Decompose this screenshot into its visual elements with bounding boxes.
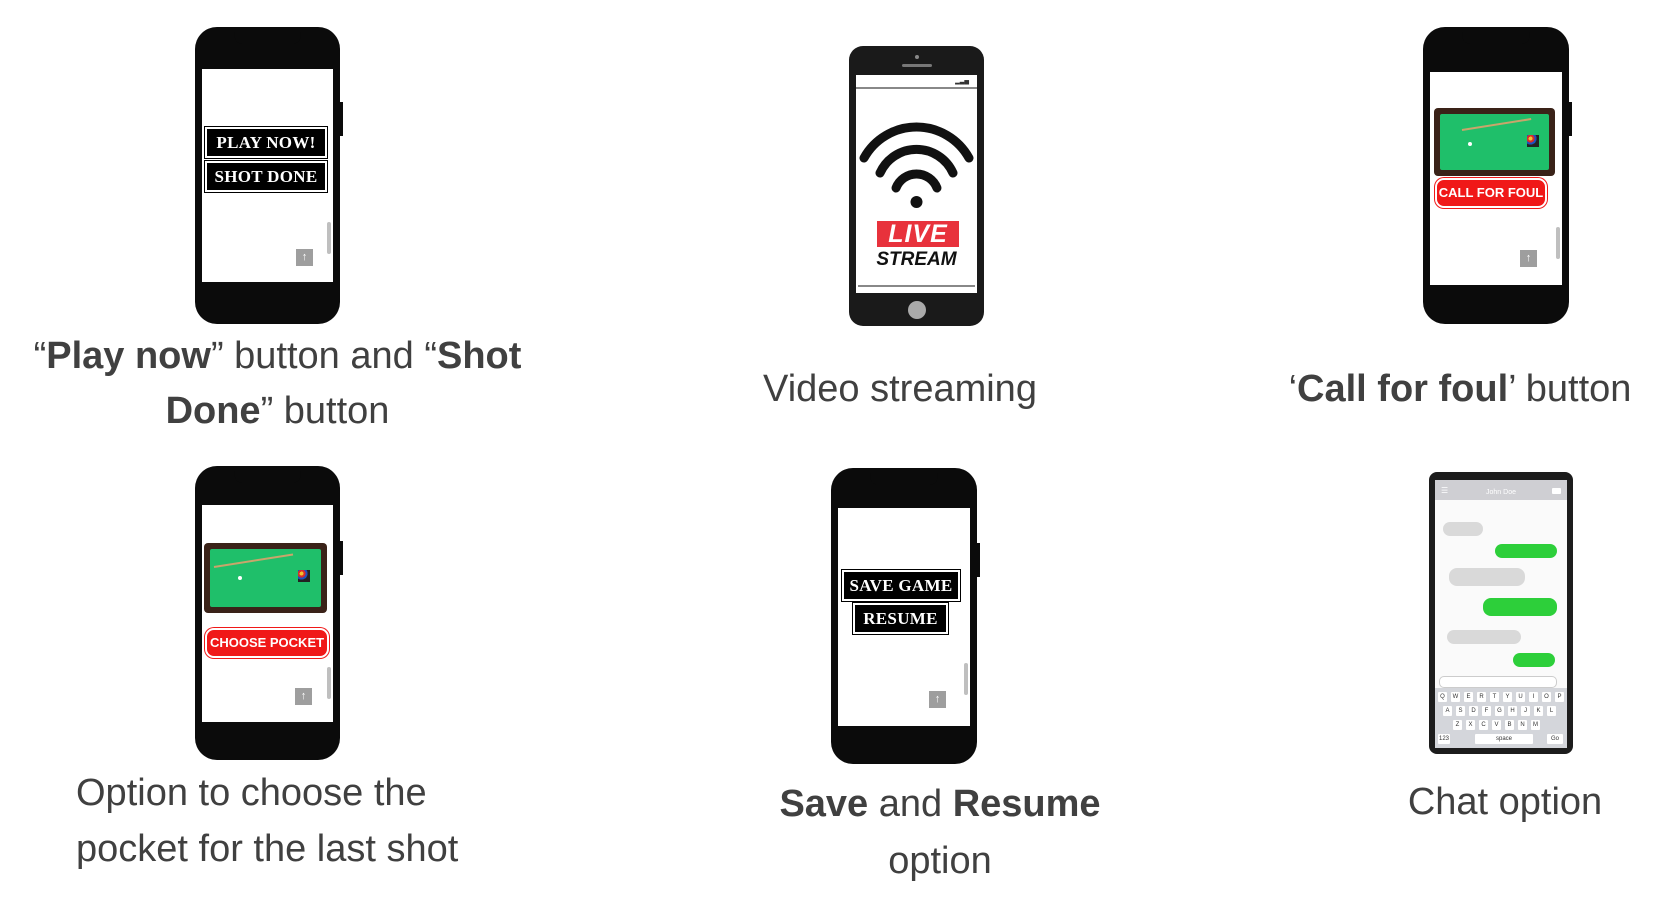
keyboard-key[interactable]: P xyxy=(1555,692,1564,702)
pool-table xyxy=(1434,108,1555,176)
chat-bubble-incoming xyxy=(1447,630,1521,644)
home-button[interactable] xyxy=(907,301,926,319)
keyboard-key[interactable]: Q xyxy=(1438,692,1447,702)
cue-ball xyxy=(1468,142,1472,146)
caption-choose-pocket: Option to choose the pocket for the last… xyxy=(76,772,459,870)
scrollbar[interactable] xyxy=(1556,227,1560,259)
signal-icon: ▂▃▅ xyxy=(955,79,969,85)
phone-notch xyxy=(1462,32,1530,44)
phone-screen: SAVE GAME RESUME ↑ xyxy=(838,508,970,726)
earpiece xyxy=(901,64,932,67)
chat-bubble-incoming xyxy=(1449,568,1525,586)
keyboard-key[interactable]: F xyxy=(1482,706,1491,716)
keyboard-key[interactable]: H xyxy=(1508,706,1517,716)
bottom-rule xyxy=(858,285,975,287)
phone-side-button xyxy=(340,541,343,575)
scroll-up-icon[interactable]: ↑ xyxy=(929,691,946,708)
keyboard-key[interactable]: L xyxy=(1547,706,1556,716)
space-key[interactable]: space xyxy=(1475,734,1533,744)
chat-bubble-incoming xyxy=(1443,522,1483,536)
phone-video-stream: ▂▃▅ LIVE STREAM xyxy=(849,46,984,326)
scroll-up-icon[interactable]: ↑ xyxy=(295,688,312,705)
keyboard-key[interactable]: Z xyxy=(1453,720,1462,730)
phone-choose-pocket: CHOOSE POCKET ↑ xyxy=(195,466,343,760)
keyboard-key[interactable]: T xyxy=(1490,692,1499,702)
camera-icon[interactable] xyxy=(1552,488,1561,494)
phone-screen: ☰ John Doe QWERTYUIOP ASDFGHJKL ZXCVBNM 12… xyxy=(1435,480,1567,748)
chat-bubble-outgoing xyxy=(1483,598,1557,616)
speaker-icon xyxy=(914,55,919,59)
numbers-key[interactable]: 123 xyxy=(1438,734,1450,744)
choose-pocket-button[interactable]: CHOOSE POCKET xyxy=(205,628,329,658)
keyboard-key[interactable]: S xyxy=(1456,706,1465,716)
keyboard-key[interactable]: I xyxy=(1529,692,1538,702)
keyboard-key[interactable]: K xyxy=(1534,706,1543,716)
keyboard-key[interactable]: U xyxy=(1516,692,1525,702)
go-key[interactable]: Go xyxy=(1547,734,1563,744)
phone-side-button xyxy=(1569,102,1572,136)
shot-done-button[interactable]: SHOT DONE xyxy=(204,160,328,193)
cue-ball xyxy=(238,576,242,580)
chat-bubble-outgoing xyxy=(1495,544,1557,558)
caption-save-resume: Save and Resume option xyxy=(779,783,1101,882)
keyboard-key[interactable]: C xyxy=(1479,720,1488,730)
chat-header: ☰ John Doe xyxy=(1435,480,1567,500)
scrollbar[interactable] xyxy=(327,667,331,699)
scroll-up-icon[interactable]: ↑ xyxy=(1520,250,1537,267)
keyboard-key[interactable]: A xyxy=(1443,706,1452,716)
message-input[interactable] xyxy=(1439,676,1557,688)
contact-name: John Doe xyxy=(1486,489,1516,496)
phone-play-now: PLAY NOW! SHOT DONE ↑ xyxy=(195,27,343,324)
phone-save-resume: SAVE GAME RESUME ↑ xyxy=(831,468,980,764)
phone-screen: ▂▃▅ LIVE STREAM xyxy=(856,75,977,293)
keyboard-key[interactable]: Y xyxy=(1503,692,1512,702)
keyboard-key[interactable]: N xyxy=(1518,720,1527,730)
wifi-icon xyxy=(859,122,974,208)
keyboard-key[interactable]: V xyxy=(1492,720,1501,730)
keyboard-key[interactable]: B xyxy=(1505,720,1514,730)
phone-side-button xyxy=(977,543,980,577)
phone-call-foul: CALL FOR FOUL ↑ xyxy=(1423,27,1572,324)
keyboard-key[interactable]: W xyxy=(1451,692,1460,702)
status-bar: ▂▃▅ xyxy=(856,75,977,89)
play-now-button[interactable]: PLAY NOW! xyxy=(204,126,328,159)
save-game-button[interactable]: SAVE GAME xyxy=(841,569,961,602)
chat-bubble-outgoing xyxy=(1513,653,1555,667)
phone-side-button xyxy=(340,102,343,136)
resume-button[interactable]: RESUME xyxy=(852,602,949,635)
phone-notch xyxy=(234,32,301,44)
keyboard-key[interactable]: R xyxy=(1477,692,1486,702)
stream-label: STREAM xyxy=(876,249,957,270)
phone-screen: PLAY NOW! SHOT DONE ↑ xyxy=(202,69,333,282)
keyboard: QWERTYUIOP ASDFGHJKL ZXCVBNM 123 space Go xyxy=(1435,688,1567,748)
keyboard-key[interactable]: D xyxy=(1469,706,1478,716)
scrollbar[interactable] xyxy=(964,663,968,695)
keyboard-key[interactable]: G xyxy=(1495,706,1504,716)
phone-screen: CALL FOR FOUL ↑ xyxy=(1430,72,1562,285)
keyboard-key[interactable]: O xyxy=(1542,692,1551,702)
keyboard-key[interactable]: X xyxy=(1466,720,1475,730)
caption-video-streaming: Video streaming xyxy=(763,368,1037,410)
live-badge: LIVE xyxy=(877,221,959,248)
phone-notch xyxy=(870,473,938,485)
keyboard-key[interactable]: E xyxy=(1464,692,1473,702)
call-for-foul-button[interactable]: CALL FOR FOUL xyxy=(1435,178,1547,208)
caption-call-for-foul: ‘Call for foul’ button xyxy=(1288,368,1632,410)
scrollbar[interactable] xyxy=(327,222,331,254)
scroll-up-icon[interactable]: ↑ xyxy=(296,249,313,266)
pool-table xyxy=(204,543,327,613)
ball-rack xyxy=(298,570,310,582)
caption-chat-option: Chat option xyxy=(1407,781,1603,823)
caption-play-now: “Play now” button and “Shot Done” button xyxy=(33,335,522,432)
phone-notch xyxy=(234,471,301,483)
ball-rack xyxy=(1527,135,1539,147)
keyboard-key[interactable]: M xyxy=(1531,720,1540,730)
phone-screen: CHOOSE POCKET ↑ xyxy=(202,505,333,722)
phone-chat: ☰ John Doe QWERTYUIOP ASDFGHJKL ZXCVBNM 12… xyxy=(1429,472,1573,754)
keyboard-key[interactable]: J xyxy=(1521,706,1530,716)
